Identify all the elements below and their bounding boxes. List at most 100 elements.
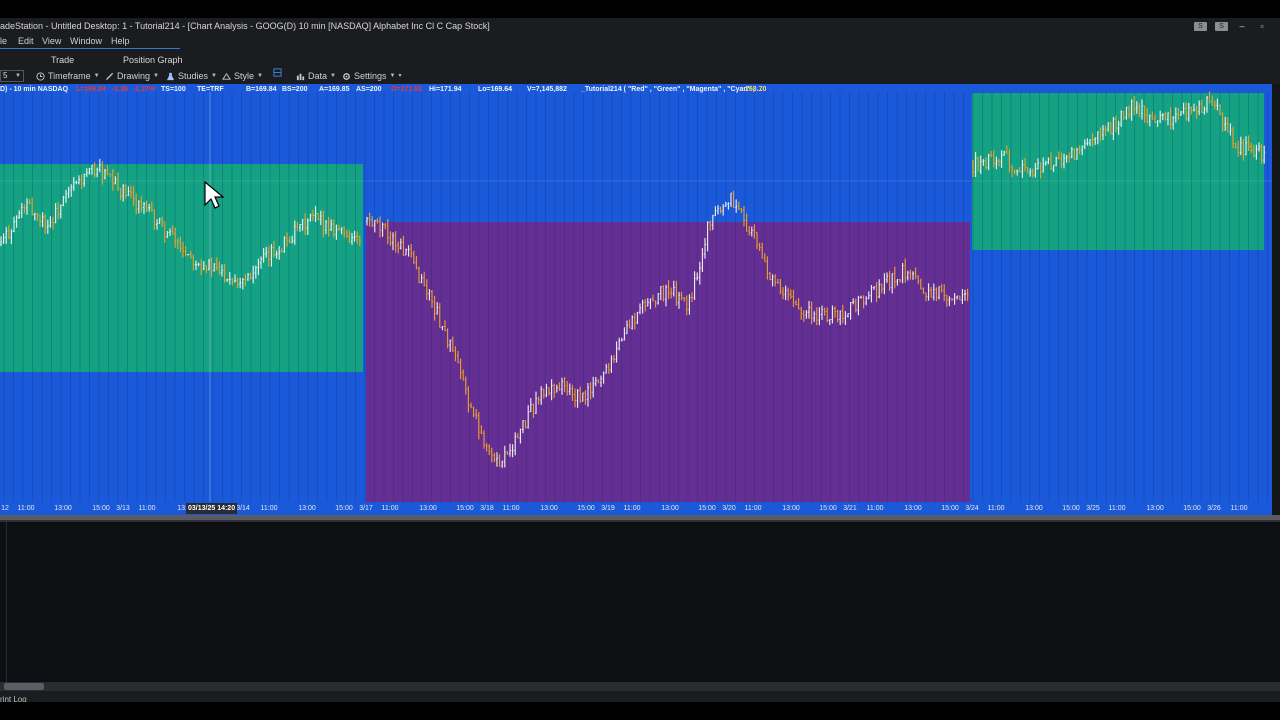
drawing-button[interactable]: Drawing ▼: [105, 68, 159, 84]
status-pct: -1.37%: [133, 86, 156, 93]
minimize-button[interactable]: –: [1236, 18, 1248, 34]
time-axis-tick-label: 3/19: [601, 505, 615, 512]
time-axis[interactable]: 11:00 3/26 15:00 13:00 11:00 3/25 15:00 13:00 11…: [0, 502, 1272, 515]
chart-canvas[interactable]: [0, 84, 1272, 502]
time-axis-tick-label: 13:00: [419, 505, 437, 512]
status-study-value: 168.70: [745, 86, 767, 93]
tab-bar: Trade Position Graph: [0, 53, 1280, 68]
time-axis-tick-label: 11:00: [987, 505, 1005, 512]
time-axis-tick-label: 13:00: [540, 505, 558, 512]
layout-icon: [273, 68, 282, 77]
time-axis-tick-label: 15:00: [1062, 505, 1080, 512]
gear-icon: [343, 72, 350, 80]
status-volume: V=7,145,882: [527, 86, 567, 93]
status-te: TE=TRF: [197, 86, 224, 93]
menu-focus-line: [0, 48, 180, 49]
mouse-pointer-icon: [204, 181, 224, 209]
more-icon: ▾: [398, 73, 402, 79]
time-axis-tick-label: 15:00: [92, 505, 110, 512]
status-bid: B=169.84: [246, 86, 277, 93]
menu-edit[interactable]: Edit: [18, 34, 34, 49]
window-controls: S S – ▫: [1194, 18, 1268, 34]
menu-help[interactable]: Help: [111, 34, 130, 49]
time-axis-tick-label: 11:00: [138, 505, 156, 512]
time-axis-tick-label: 11:00: [866, 505, 884, 512]
status-ask: A=169.85: [319, 86, 350, 93]
tab-trade[interactable]: Trade: [51, 53, 74, 68]
link-button-2[interactable]: S: [1215, 21, 1228, 31]
chevron-down-icon: ▼: [211, 73, 217, 79]
lower-pane: [0, 522, 1280, 682]
link-button-1[interactable]: S: [1194, 21, 1207, 31]
studies-button[interactable]: Studies ▼: [166, 68, 217, 84]
chevron-down-icon: ▼: [257, 73, 263, 79]
time-axis-tick-label: 15:00: [456, 505, 474, 512]
time-axis-tick-label: 3/24: [965, 505, 979, 512]
bottom-tab-strip: rint Log: [0, 691, 1280, 704]
status-change: -2.36: [112, 86, 128, 93]
status-open: O=171.62: [391, 86, 422, 93]
time-axis-tick-label: 3/18: [480, 505, 494, 512]
time-axis-tick-label: 12: [1, 505, 9, 512]
settings-label: Settings: [354, 71, 387, 81]
time-axis-tick-label: 13:00: [904, 505, 922, 512]
chevron-down-icon: ▼: [153, 73, 159, 79]
menu-view[interactable]: View: [42, 34, 61, 49]
time-axis-tick-label: 13:00: [1146, 505, 1164, 512]
data-button[interactable]: Data ▼: [296, 68, 336, 84]
status-bid-size: BS=200: [282, 86, 308, 93]
cursor-date-label: 03/13/25 14:20: [186, 503, 238, 514]
menu-bar: le Edit View Window Help: [0, 34, 1280, 49]
style-button[interactable]: Style ▼: [222, 68, 263, 84]
status-ts: TS=100: [161, 86, 186, 93]
settings-button[interactable]: Settings ▼ ▾: [342, 68, 402, 84]
time-axis-tick-label: 13:00: [298, 505, 316, 512]
status-ask-size: AS=200: [356, 86, 382, 93]
time-axis-tick-label: 3/17: [359, 505, 373, 512]
time-axis-tick-label: 3/25: [1086, 505, 1100, 512]
horizontal-scrollbar[interactable]: [0, 682, 1280, 691]
time-axis-tick-label: 13:00: [782, 505, 800, 512]
style-label: Style: [234, 71, 255, 81]
status-study: _Tutorial214 ( "Red" , "Green" , "Magent…: [581, 86, 763, 93]
time-axis-tick-label: 11:00: [502, 505, 520, 512]
time-axis-tick-label: 15:00: [941, 505, 959, 512]
price-scale[interactable]: [1272, 84, 1280, 515]
zone-green-0: [0, 164, 363, 372]
drawing-label: Drawing: [117, 71, 151, 81]
time-axis-tick-label: 3/26: [1207, 505, 1221, 512]
menu-file[interactable]: le: [0, 34, 7, 49]
price-chart[interactable]: D) - 10 min NASDAQ L=169.84 -2.36 -1.37%…: [0, 84, 1272, 502]
restore-button[interactable]: ▫: [1256, 18, 1268, 34]
time-axis-tick-label: 11:00: [260, 505, 278, 512]
letterbox-top: [0, 0, 1280, 18]
time-axis-tick-label: 13:00: [661, 505, 679, 512]
status-hi: Hi=171.94: [429, 86, 462, 93]
time-axis-tick-label: 11:00: [623, 505, 641, 512]
time-axis-tick-label: 3/20: [722, 505, 736, 512]
flask-icon: [166, 72, 175, 80]
lower-pane-divider: [6, 522, 7, 682]
time-axis-tick-label: 3/13: [116, 505, 130, 512]
menu-window[interactable]: Window: [70, 34, 102, 49]
scrollbar-thumb[interactable]: [4, 683, 44, 690]
time-axis-tick-label: 11:00: [744, 505, 762, 512]
zone-magenta-1: [366, 222, 970, 502]
time-axis-tick-label: 13:00: [1025, 505, 1043, 512]
time-axis-tick-label: 11:00: [17, 505, 35, 512]
chevron-down-icon: ▼: [15, 73, 21, 79]
bar-chart-icon: [296, 73, 305, 80]
tradestation-window: adeStation - Untitled Desktop: 1 - Tutor…: [0, 0, 1280, 720]
time-axis-tick-label: 11:00: [1108, 505, 1126, 512]
time-axis-tick-label: 15:00: [819, 505, 837, 512]
time-axis-tick-label: 15:00: [577, 505, 595, 512]
timeframe-button[interactable]: Timeframe ▼: [36, 68, 100, 84]
layout-button[interactable]: [273, 68, 282, 77]
time-axis-tick-label: 15:00: [698, 505, 716, 512]
tab-position-graph[interactable]: Position Graph: [123, 53, 183, 68]
symbol-interval-value: 5: [3, 71, 8, 80]
window-title: adeStation - Untitled Desktop: 1 - Tutor…: [0, 21, 490, 31]
symbol-interval-select[interactable]: 5 ▼: [0, 70, 24, 82]
pen-icon: [105, 72, 114, 80]
clock-icon: [36, 71, 45, 81]
